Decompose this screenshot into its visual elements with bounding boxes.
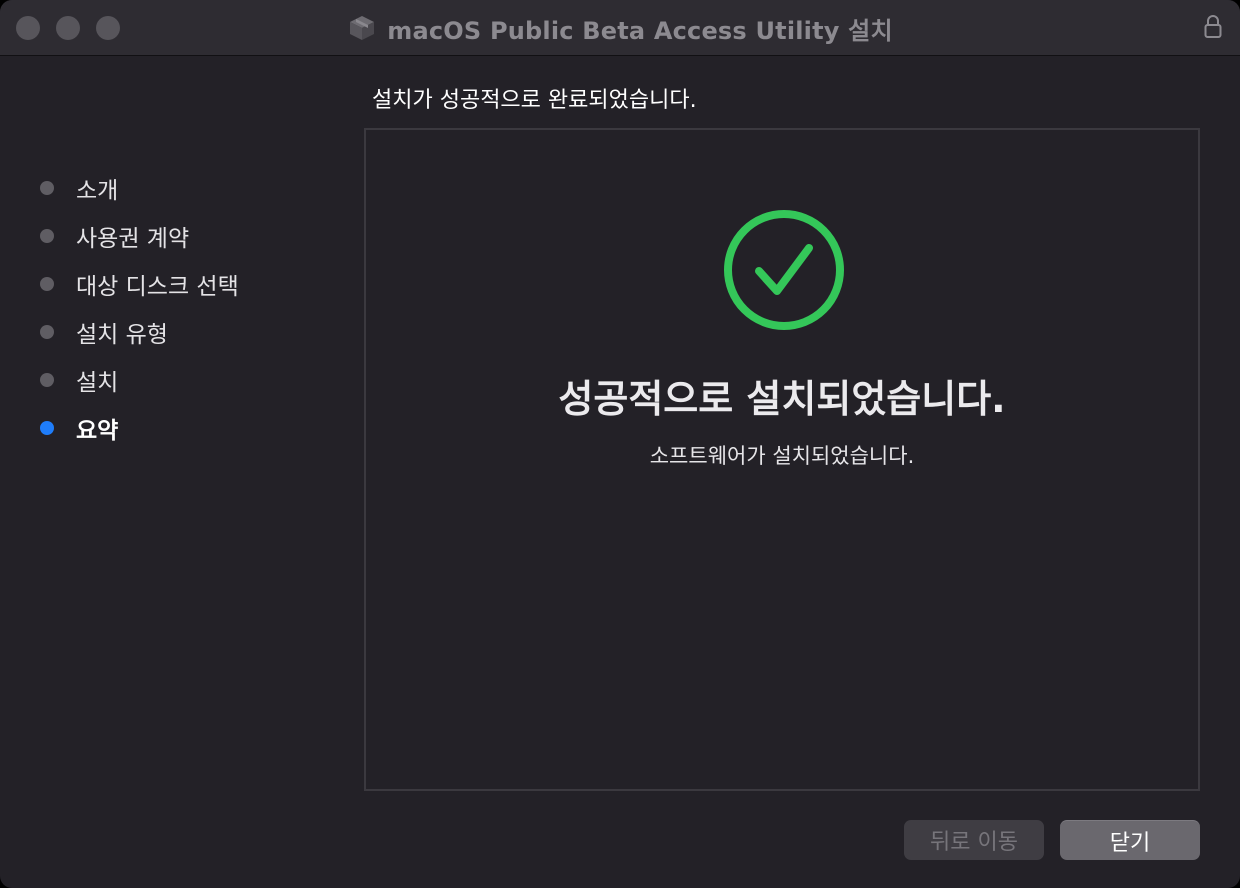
step-summary: 요약: [40, 410, 118, 446]
step-indicator-dot: [40, 325, 54, 339]
go-back-button[interactable]: 뒤로 이동: [904, 820, 1044, 860]
success-subtitle: 소프트웨어가 설치되었습니다.: [649, 444, 915, 468]
step-installation-type: 설치 유형: [40, 314, 168, 350]
checkmark-circle-icon: [722, 208, 846, 332]
lock-icon: [1204, 14, 1222, 40]
step-label: 요약: [76, 418, 119, 444]
window-title: macOS Public Beta Access Utility 설치: [387, 16, 893, 45]
step-indicator-dot: [40, 373, 54, 387]
step-indicator-dot: [40, 181, 54, 195]
step-label: 대상 디스크 선택: [76, 274, 239, 300]
package-icon: [347, 13, 377, 43]
step-license: 사용권 계약: [40, 218, 189, 254]
step-label: 사용권 계약: [76, 226, 190, 252]
success-title: 성공적으로 설치되었습니다.: [558, 377, 1006, 421]
window-title-container: macOS Public Beta Access Utility 설치: [0, 0, 1240, 56]
installer-window: macOS Public Beta Access Utility 설치 소개 사…: [0, 0, 1240, 888]
step-installation: 설치: [40, 362, 118, 398]
step-label: 소개: [76, 178, 119, 204]
close-button[interactable]: 닫기: [1060, 820, 1200, 860]
content-panel: 성공적으로 설치되었습니다. 소프트웨어가 설치되었습니다.: [364, 128, 1200, 791]
installer-steps-sidebar: 소개 사용권 계약 대상 디스크 선택 설치 유형 설치 요약: [0, 56, 360, 888]
step-indicator-dot: [40, 229, 54, 243]
step-label: 설치: [76, 370, 119, 396]
step-indicator-dot-active: [40, 421, 54, 435]
step-introduction: 소개: [40, 170, 118, 206]
step-label: 설치 유형: [76, 322, 168, 348]
page-heading: 설치가 성공적으로 완료되었습니다.: [372, 88, 697, 113]
step-indicator-dot: [40, 277, 54, 291]
title-bar: macOS Public Beta Access Utility 설치: [0, 0, 1240, 56]
step-destination-select: 대상 디스크 선택: [40, 266, 239, 302]
